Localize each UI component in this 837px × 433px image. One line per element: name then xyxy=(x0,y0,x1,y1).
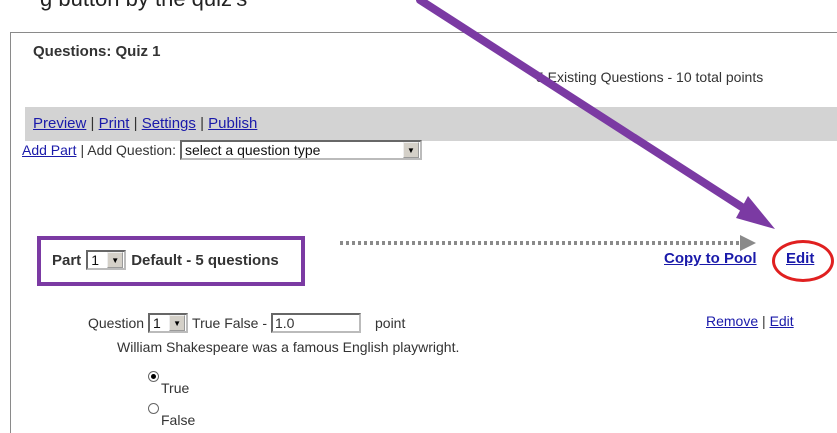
question-header: Question 1 ▼ True False - 1.0 point xyxy=(88,313,405,333)
points-unit: point xyxy=(375,315,406,331)
copy-to-pool-link[interactable]: Copy to Pool xyxy=(664,250,757,267)
part-number-value: 1 xyxy=(91,252,99,268)
question-type-select[interactable]: select a question type ▼ xyxy=(179,140,422,160)
radio-selected-icon[interactable] xyxy=(148,371,159,382)
edit-highlight-circle xyxy=(772,240,834,282)
instruction-caption: g button by the quiz's xyxy=(40,0,247,12)
add-question-label: | Add Question: xyxy=(80,142,176,158)
toolbar-separator: | xyxy=(133,115,138,132)
add-part-link[interactable]: Add Part xyxy=(22,142,76,158)
add-row: Add Part | Add Question: select a questi… xyxy=(22,140,422,160)
question-type-select-value: select a question type xyxy=(184,142,321,158)
preview-link[interactable]: Preview xyxy=(33,115,86,132)
radio-unselected-icon[interactable] xyxy=(148,403,159,414)
question-actions-separator: | xyxy=(762,313,766,329)
quiz-toolbar: Preview | Print | Settings | Publish xyxy=(25,107,837,141)
option-true[interactable]: True xyxy=(148,371,190,396)
chevron-down-icon: ▼ xyxy=(169,315,186,331)
page-title: Questions: Quiz 1 xyxy=(33,43,161,60)
part-name: Default - 5 questions xyxy=(131,251,279,269)
option-true-label: True xyxy=(161,380,190,396)
question-number-select[interactable]: 1 ▼ xyxy=(148,313,189,333)
chevron-down-icon: ▼ xyxy=(107,252,124,268)
toolbar-links: Preview | Print | Settings | Publish xyxy=(33,115,257,132)
existing-questions-summary: 5 Existing Questions - 10 total points xyxy=(536,69,764,85)
question-type-label: True False - xyxy=(192,315,267,331)
points-input[interactable]: 1.0 xyxy=(271,313,361,333)
option-false-label: False xyxy=(161,412,196,428)
option-false[interactable]: False xyxy=(148,403,196,428)
settings-link[interactable]: Settings xyxy=(142,115,196,132)
toolbar-separator: | xyxy=(200,115,204,132)
toolbar-separator: | xyxy=(90,115,95,132)
part-label: Part xyxy=(52,251,82,269)
publish-link[interactable]: Publish xyxy=(208,115,257,132)
question-number-value: 1 xyxy=(153,315,161,331)
quiz-questions-panel: Questions: Quiz 1 5 Existing Questions -… xyxy=(10,32,837,433)
question-label: Question xyxy=(88,315,145,331)
edit-question-link[interactable]: Edit xyxy=(770,313,794,329)
print-link[interactable]: Print xyxy=(99,115,130,132)
chevron-down-icon: ▼ xyxy=(402,142,419,158)
part-header: Part 1 ▼ Default - 5 questions xyxy=(52,250,279,270)
question-actions: Remove | Edit xyxy=(706,313,794,329)
part-number-select[interactable]: 1 ▼ xyxy=(86,250,127,270)
question-text: William Shakespeare was a famous English… xyxy=(117,339,460,355)
remove-question-link[interactable]: Remove xyxy=(706,313,758,329)
